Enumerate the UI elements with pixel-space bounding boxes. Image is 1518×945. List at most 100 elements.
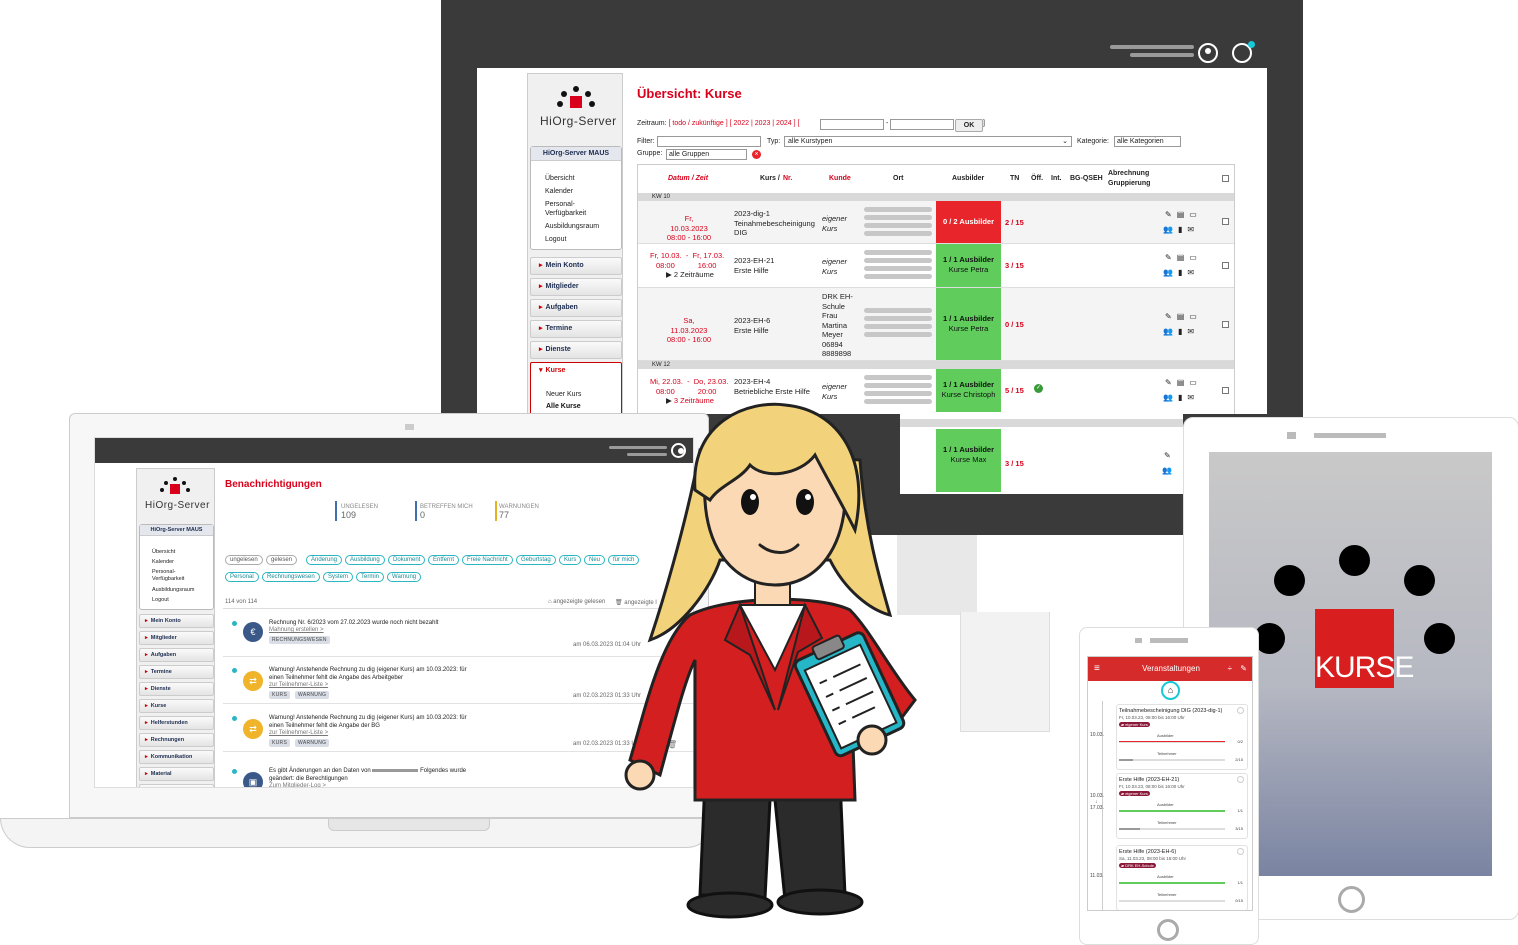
date-from-input[interactable]: [820, 119, 884, 130]
stat-warnungen[interactable]: WARNUNGEN 77: [499, 504, 539, 520]
date-to-input[interactable]: [890, 119, 954, 130]
event-card[interactable]: Erste Hilfe (2023-EH-21) Fr, 10.03.23, 08…: [1116, 773, 1248, 839]
edit-icon[interactable]: ✎▤▭: [1165, 253, 1202, 262]
row-checkbox[interactable]: [1222, 321, 1229, 328]
gruppe-select[interactable]: alle Gruppen: [666, 149, 747, 160]
col-tn[interactable]: TN: [1010, 175, 1019, 182]
sidebar-link-ausbildungsraum[interactable]: Ausbildungsraum: [545, 223, 599, 230]
filter-tag[interactable]: Rechnungswesen: [262, 572, 320, 582]
edit-icon[interactable]: ✎▤▭: [1165, 312, 1202, 321]
filter-tag[interactable]: Kurs: [559, 555, 582, 565]
home-button[interactable]: [1338, 886, 1365, 913]
edit-icon[interactable]: ✎▤▭: [1165, 378, 1202, 387]
edit-icon[interactable]: ✎: [1240, 657, 1247, 681]
sidebar-link-logout[interactable]: Logout: [545, 236, 566, 243]
row-checkbox[interactable]: [1222, 387, 1229, 394]
col-ausbilder[interactable]: Ausbilder: [952, 175, 984, 182]
ausbilder-status[interactable]: 1 / 1 Ausbilder Kurse Max: [936, 429, 1001, 492]
ausbilder-status[interactable]: 1 / 1 Ausbilder Kurse Petra: [936, 244, 1001, 287]
filter-tag[interactable]: Geburtstag: [516, 555, 556, 565]
col-nr[interactable]: Nr.: [783, 175, 792, 182]
menu-mitglieder[interactable]: ▸ Mitglieder: [530, 278, 622, 296]
col-kunde[interactable]: Kunde: [829, 175, 851, 182]
sidebar-link-personal[interactable]: Personal-: [152, 569, 176, 575]
event-card[interactable]: Teilnahmebescheinigung DIG (2023-dig-1) F…: [1116, 704, 1248, 770]
filter-tag[interactable]: Personal: [225, 572, 259, 582]
col-abrechnung[interactable]: Abrechnung: [1108, 170, 1149, 177]
menu-aufgaben[interactable]: ▸ Aufgaben: [530, 299, 622, 317]
col-oeff[interactable]: Öff.: [1031, 175, 1043, 182]
filter-icon[interactable]: ÷: [1228, 657, 1232, 681]
stat-ungelesen[interactable]: UNGELESEN 109: [341, 504, 378, 520]
ausbilder-status[interactable]: 0 / 2 Ausbilder: [936, 201, 1001, 243]
zeitraum-links[interactable]: [ todo / zukünftige ] [ 2022 | 2023 | 20…: [669, 120, 800, 127]
notification-link[interactable]: zur Teilnehmer-Liste >: [269, 730, 328, 736]
menu-item[interactable]: ▸ Dienste: [139, 682, 214, 696]
event-radio[interactable]: [1237, 848, 1244, 855]
menu-item[interactable]: ▸ Mein Konto: [139, 614, 214, 628]
filter-tag[interactable]: Änderung: [306, 555, 343, 565]
table-row[interactable]: Fr, 10.03.2023 08:00 - 16:00 2023-dig-1 Te…: [638, 201, 1234, 244]
participants-icon[interactable]: 👥: [1162, 466, 1177, 475]
sidebar-link-kalender[interactable]: Kalender: [545, 188, 573, 195]
filter-tag[interactable]: Termin: [356, 572, 385, 582]
zeitraeume-link[interactable]: ▶ 2 Zeiträume: [650, 270, 724, 280]
sidebar-link-ausbildungsraum[interactable]: Ausbildungsraum: [152, 587, 195, 593]
menu-item[interactable]: ▸ Mitglieder: [139, 631, 214, 645]
menu-icon[interactable]: ≡: [1094, 657, 1100, 681]
menu-termine[interactable]: ▸ Termine: [530, 320, 622, 338]
sidebar-link-personal[interactable]: Personal-: [545, 201, 575, 208]
stat-betreffen-mich[interactable]: BETREFFEN MICH 0: [420, 504, 473, 520]
col-ort[interactable]: Ort: [893, 175, 904, 182]
event-card[interactable]: Erste Hilfe (2023-EH-6) Sa, 11.03.23, 08:…: [1116, 845, 1248, 910]
notification-link[interactable]: Zum Mitglieder-Log >: [269, 783, 326, 787]
menu-dienste[interactable]: ▸ Dienste: [530, 341, 622, 359]
participants-icon[interactable]: 👥▮✉: [1163, 393, 1199, 402]
mark-read-button[interactable]: ⌂ angezeigte gelesen: [548, 599, 605, 605]
table-row[interactable]: Fr, 10.03. - Fr, 17.03. 08:00 16:00 ▶ 2 Ze…: [638, 244, 1234, 288]
sidebar-link-uebersicht[interactable]: Übersicht: [545, 175, 575, 182]
ausbilder-status[interactable]: 1 / 1 Ausbilder Kurse Christoph: [936, 369, 1001, 412]
sidebar-link-verfuegbarkeit[interactable]: Verfügbarkeit: [545, 210, 586, 217]
filter-tag[interactable]: ungelesen: [225, 555, 263, 565]
filter-tag[interactable]: Ausbildung: [345, 555, 385, 565]
table-row[interactable]: Sa, 11.03.2023 08:00 - 16:00 2023-EH-6 Ers…: [638, 288, 1234, 361]
col-kurs[interactable]: Kurs /: [760, 175, 780, 182]
sidebar-link-logout[interactable]: Logout: [152, 597, 169, 603]
filter-tag[interactable]: Freie Nachricht: [462, 555, 513, 565]
participants-icon[interactable]: 👥▮✉: [1163, 327, 1199, 336]
ausbilder-status[interactable]: 1 / 1 Ausbilder Kurse Petra: [936, 288, 1001, 360]
col-int[interactable]: Int.: [1051, 175, 1062, 182]
col-gruppierung[interactable]: Gruppierung: [1108, 180, 1150, 187]
menu-item[interactable]: ▸ Kommunikation: [139, 750, 214, 764]
sidebar-link-verfuegbarkeit[interactable]: Verfügbarkeit: [152, 576, 184, 582]
col-bg[interactable]: BG-QSEH: [1070, 175, 1103, 182]
filter-tag[interactable]: System: [323, 572, 354, 582]
filter-tag[interactable]: Dokument: [388, 555, 426, 565]
menu-item[interactable]: ▸ Helferstunden: [139, 716, 214, 730]
filter-tag[interactable]: Warnung: [387, 572, 422, 582]
notification-link[interactable]: Mahnung erstellen >: [269, 627, 324, 633]
edit-icon[interactable]: ✎: [1164, 451, 1176, 460]
row-checkbox[interactable]: [1222, 218, 1229, 225]
notification-link[interactable]: zur Teilnehmer-Liste >: [269, 682, 328, 688]
menu-item[interactable]: ▸ Kurse: [139, 699, 214, 713]
select-all-checkbox[interactable]: [1222, 175, 1229, 182]
home-icon[interactable]: ⌂: [1161, 681, 1180, 700]
ok-button[interactable]: OK: [955, 119, 983, 132]
home-button[interactable]: [1157, 919, 1179, 941]
menu-item[interactable]: ▸ Rechnungen: [139, 733, 214, 747]
sidebar-link-kalender[interactable]: Kalender: [152, 559, 174, 565]
filter-input[interactable]: [657, 136, 761, 147]
menu-item[interactable]: ▸ Aufgaben: [139, 648, 214, 662]
event-radio[interactable]: [1237, 707, 1244, 714]
menu-item[interactable]: ▸ Material: [139, 767, 214, 781]
sidebar-link-uebersicht[interactable]: Übersicht: [152, 549, 175, 555]
submenu-alle-kurse[interactable]: Alle Kurse: [546, 399, 581, 414]
user-icon[interactable]: [1198, 43, 1218, 63]
menu-item[interactable]: ▸ Termine: [139, 665, 214, 679]
participants-icon[interactable]: 👥▮✉: [1163, 268, 1199, 277]
filter-tag[interactable]: gelesen: [266, 555, 298, 565]
col-datum[interactable]: Datum / Zeit: [668, 175, 708, 182]
filter-tag[interactable]: Entfernt: [428, 555, 460, 565]
